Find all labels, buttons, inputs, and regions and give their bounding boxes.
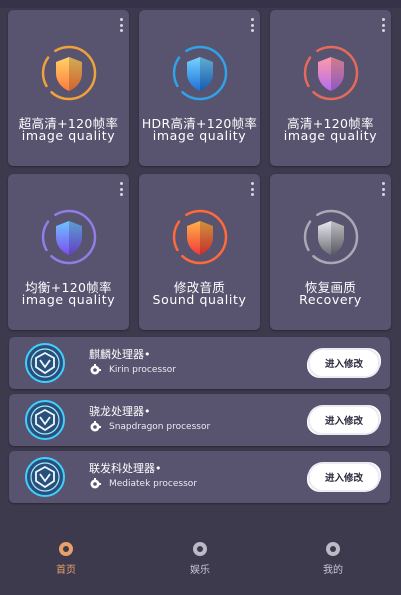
more-options-icon[interactable] xyxy=(250,18,254,32)
gray-shield-icon xyxy=(301,207,361,267)
nav-label: 首页 xyxy=(56,565,76,576)
mode-subtitle: image quality xyxy=(152,128,247,143)
processor-name: 骁龙处理器• xyxy=(89,405,151,418)
nav-label: 娱乐 xyxy=(190,565,210,576)
mode-subtitle: Recovery xyxy=(299,292,362,307)
enter-modify-button[interactable]: 进入修改 xyxy=(310,464,378,490)
nav-label: 我的 xyxy=(323,565,343,576)
entertainment-icon xyxy=(193,542,207,556)
processor-badge-icon xyxy=(23,398,67,442)
red-shield-icon xyxy=(170,207,230,267)
mode-grid: 超高清+120帧率 image quality HDR高清+120帧率 image q… xyxy=(8,10,392,330)
processor-name: 麒麟处理器• xyxy=(89,348,151,361)
nav-item-home[interactable]: 首页 xyxy=(36,542,96,576)
more-options-icon[interactable] xyxy=(119,18,123,32)
processor-badge-icon xyxy=(23,341,67,385)
processor-row[interactable]: 麒麟处理器• Kirin processor 进入修改 xyxy=(9,337,390,389)
bottom-nav: 首页 娱乐 我的 xyxy=(0,530,401,595)
processor-subtitle: Kirin processor xyxy=(89,364,176,376)
mode-card[interactable]: HDR高清+120帧率 image quality xyxy=(139,10,260,166)
processor-english-name: Kirin processor xyxy=(109,365,176,375)
gear-icon xyxy=(89,364,101,376)
processor-subtitle: Snapdragon processor xyxy=(89,421,210,433)
more-options-icon[interactable] xyxy=(119,182,123,196)
processor-row[interactable]: 联发科处理器• Mediatek processor 进入修改 xyxy=(9,451,390,503)
mode-card[interactable]: 恢复画质 Recovery xyxy=(270,174,391,330)
pink-shield-icon xyxy=(301,43,361,103)
more-options-icon[interactable] xyxy=(381,18,385,32)
more-options-icon[interactable] xyxy=(381,182,385,196)
enter-modify-button[interactable]: 进入修改 xyxy=(310,407,378,433)
processor-name: 联发科处理器• xyxy=(89,462,162,475)
purple-shield-icon xyxy=(39,207,99,267)
processor-english-name: Snapdragon processor xyxy=(109,422,211,432)
profile-icon xyxy=(326,542,340,556)
enter-modify-button[interactable]: 进入修改 xyxy=(310,350,378,376)
processor-english-name: Mediatek processor xyxy=(109,479,197,489)
nav-item-profile[interactable]: 我的 xyxy=(303,542,363,576)
mode-card[interactable]: 修改音质 Sound quality xyxy=(139,174,260,330)
processor-badge-icon xyxy=(23,455,67,499)
gear-icon xyxy=(89,421,101,433)
more-options-icon[interactable] xyxy=(250,182,254,196)
mode-subtitle: image quality xyxy=(21,128,116,143)
nav-item-entertainment[interactable]: 娱乐 xyxy=(170,542,230,576)
mode-subtitle: Sound quality xyxy=(152,292,247,307)
processor-list: 麒麟处理器• Kirin processor 进入修改 骁龙处理器• Snapdrago… xyxy=(9,337,390,508)
orange-shield-icon xyxy=(39,43,99,103)
home-icon xyxy=(59,542,73,556)
processor-row[interactable]: 骁龙处理器• Snapdragon processor 进入修改 xyxy=(9,394,390,446)
processor-subtitle: Mediatek processor xyxy=(89,478,197,490)
status-strip xyxy=(0,0,401,8)
mode-card[interactable]: 超高清+120帧率 image quality xyxy=(8,10,129,166)
blue-shield-icon xyxy=(170,43,230,103)
mode-card[interactable]: 均衡+120帧率 image quality xyxy=(8,174,129,330)
gear-icon xyxy=(89,478,101,490)
mode-subtitle: image quality xyxy=(21,292,116,307)
mode-subtitle: image quality xyxy=(283,128,378,143)
mode-card[interactable]: 高清+120帧率 image quality xyxy=(270,10,391,166)
